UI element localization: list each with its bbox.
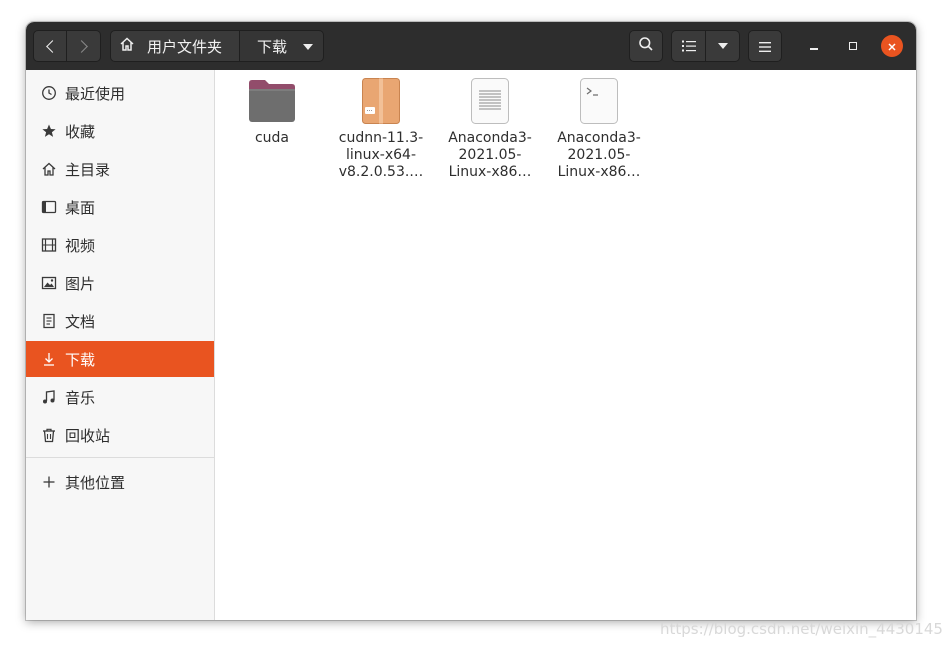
- sidebar-item-label: 主目录: [65, 160, 111, 179]
- close-button[interactable]: [881, 35, 903, 57]
- file-item-anaconda-text[interactable]: Anaconda3- 2021.05- Linux-x86…: [438, 76, 542, 181]
- maximize-icon: [849, 42, 857, 50]
- forward-button[interactable]: [67, 30, 101, 62]
- path-home-label: 用户文件夹: [147, 37, 223, 56]
- image-icon: [40, 274, 58, 292]
- back-button[interactable]: [33, 30, 67, 62]
- sidebar-item-other-locations[interactable]: 其他位置: [26, 464, 214, 500]
- sidebar-item-label: 下载: [65, 350, 96, 369]
- main-menu-button[interactable]: [748, 30, 782, 62]
- terminal-script-icon: [574, 76, 624, 126]
- sidebar-item-label: 文档: [65, 312, 96, 331]
- view-options-button[interactable]: [706, 30, 740, 62]
- search-button[interactable]: [629, 30, 663, 62]
- sidebar-separator: [26, 457, 214, 458]
- sidebar-item-videos[interactable]: 视频: [26, 227, 214, 263]
- star-icon: [40, 122, 58, 140]
- sidebar-item-label: 其他位置: [65, 473, 126, 492]
- sidebar-item-label: 图片: [65, 274, 96, 293]
- sidebar-item-downloads[interactable]: 下载: [26, 341, 214, 377]
- file-item-cuda[interactable]: cuda: [220, 76, 324, 147]
- home-icon: [119, 36, 135, 56]
- desktop-icon: [40, 198, 58, 216]
- folder-icon: [247, 76, 297, 126]
- home-icon: [40, 160, 58, 178]
- text-file-icon: [465, 76, 515, 126]
- sidebar-item-label: 收藏: [65, 122, 96, 141]
- search-icon: [638, 36, 654, 56]
- trash-icon: [40, 426, 58, 444]
- maximize-button[interactable]: [842, 35, 864, 57]
- close-icon: [887, 37, 897, 56]
- file-manager-window: 用户文件夹 下载 最近使用 收藏 主目录 桌面 视频 图片 文档 下载 音乐 回…: [26, 22, 916, 620]
- music-icon: [40, 388, 58, 406]
- file-item-anaconda-script[interactable]: Anaconda3- 2021.05- Linux-x86…: [547, 76, 651, 181]
- sidebar-item-trash[interactable]: 回收站: [26, 417, 214, 453]
- list-view-icon: [681, 37, 696, 56]
- sidebar-item-label: 视频: [65, 236, 96, 255]
- header-bar: 用户文件夹 下载: [26, 22, 916, 70]
- sidebar-item-home[interactable]: 主目录: [26, 151, 214, 187]
- file-name: Anaconda3- 2021.05- Linux-x86…: [448, 130, 532, 180]
- dropdown-arrow-icon: [303, 44, 313, 50]
- chevron-left-icon: [45, 39, 59, 53]
- chevron-down-icon: [717, 43, 728, 49]
- minimize-icon: [810, 48, 818, 50]
- hamburger-menu-icon: [759, 37, 771, 56]
- file-name: cudnn-11.3- linux-x64- v8.2.0.53.…: [338, 130, 424, 180]
- document-icon: [40, 312, 58, 330]
- path-current-label: 下载: [257, 37, 288, 56]
- archive-icon: [356, 76, 406, 126]
- path-bar-home-button[interactable]: 用户文件夹: [110, 30, 240, 62]
- list-view-button[interactable]: [671, 30, 706, 62]
- film-icon: [40, 236, 58, 254]
- file-view: cuda cudnn-11.3- linux-x64- v8.2.0.53.…: [216, 70, 916, 620]
- sidebar-item-label: 音乐: [65, 388, 96, 407]
- sidebar-item-label: 最近使用: [65, 84, 126, 103]
- sidebar-item-label: 回收站: [65, 426, 111, 445]
- plus-icon: [40, 473, 58, 491]
- sidebar-item-documents[interactable]: 文档: [26, 303, 214, 339]
- sidebar-item-recent[interactable]: 最近使用: [26, 75, 214, 111]
- minimize-button[interactable]: [803, 35, 825, 57]
- download-icon: [40, 350, 58, 368]
- sidebar-item-label: 桌面: [65, 198, 96, 217]
- watermark-text: https://blog.csdn.net/weixin_4430145: [660, 620, 942, 638]
- path-bar-current-button[interactable]: 下载: [239, 30, 324, 62]
- sidebar-item-music[interactable]: 音乐: [26, 379, 214, 415]
- clock-icon: [40, 84, 58, 102]
- file-item-cudnn-archive[interactable]: cudnn-11.3- linux-x64- v8.2.0.53.…: [329, 76, 433, 181]
- sidebar-item-desktop[interactable]: 桌面: [26, 189, 214, 225]
- sidebar: 最近使用 收藏 主目录 桌面 视频 图片 文档 下载 音乐 回收站 其他位置: [26, 70, 215, 620]
- file-name: cuda: [254, 130, 290, 146]
- sidebar-item-starred[interactable]: 收藏: [26, 113, 214, 149]
- chevron-right-icon: [75, 39, 88, 53]
- sidebar-item-pictures[interactable]: 图片: [26, 265, 214, 301]
- file-name: Anaconda3- 2021.05- Linux-x86…: [557, 130, 641, 180]
